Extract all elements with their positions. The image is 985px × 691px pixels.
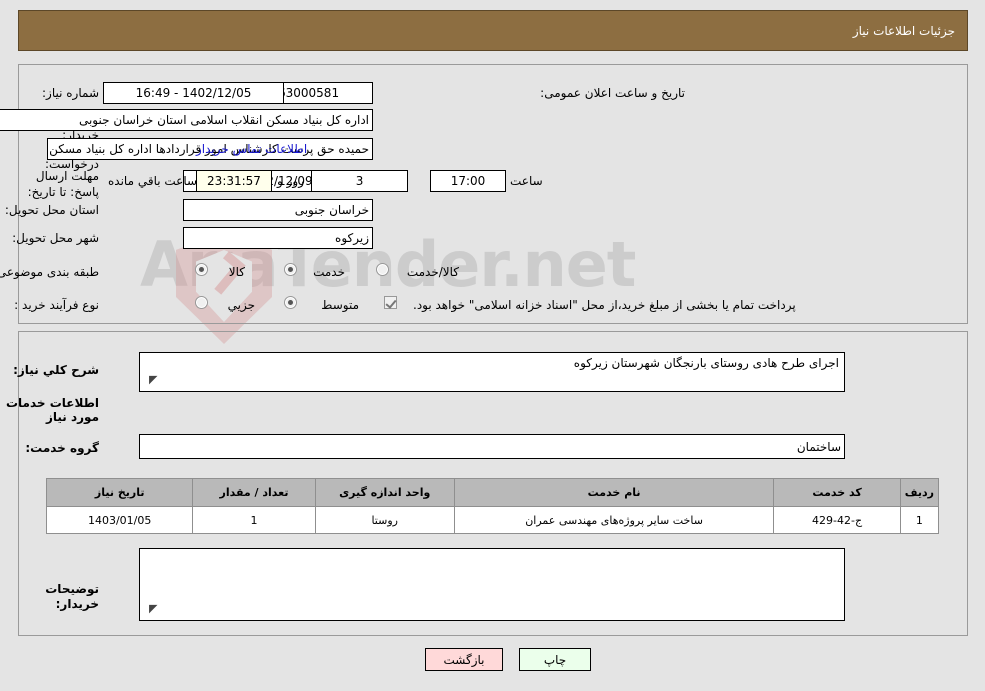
col-row-no: ردیف	[899, 478, 940, 507]
deadline-time-value: 17:00	[430, 170, 506, 192]
buyer-notes-label: توضیحات خریدار:	[45, 582, 99, 611]
radio-category-kala-label: کالا	[228, 265, 245, 279]
delivery-province-value: خراسان جنوبی	[183, 199, 373, 221]
general-description-label: شرح کلي نیاز:	[13, 363, 99, 377]
table-row: 1 ج-42-429 ساخت سایر پروژه‌های مهندسی عم…	[45, 506, 940, 534]
cell-row-no: 1	[899, 506, 940, 534]
announce-datetime-value: 1402/12/05 - 16:49	[103, 82, 284, 104]
deadline-days-label: روز و	[277, 174, 304, 188]
page-title: جزئیات اطلاعات نیاز	[852, 23, 955, 38]
radio-category-khedmat-label: خدمت	[313, 265, 345, 279]
col-unit: واحد اندازه گیری	[314, 478, 455, 507]
announce-datetime-label: تاریخ و ساعت اعلان عمومی:	[540, 86, 685, 100]
page-header-bar: جزئیات اطلاعات نیاز	[18, 10, 968, 51]
general-description-value[interactable]: اجرای طرح هادی روستای بارنجگان شهرستان ز…	[139, 352, 845, 392]
col-need-date: تاریخ نیاز	[45, 478, 194, 507]
buyer-org-value: اداره کل بنیاد مسکن انقلاب اسلامی استان …	[0, 109, 373, 131]
radio-process-motavaset-label: متوسط	[321, 298, 359, 312]
treasury-docs-note: پرداخت تمام یا بخشی از مبلغ خرید،از محل …	[413, 298, 796, 312]
countdown-timer-value: 23:31:57	[196, 170, 272, 192]
purchase-process-label: نوع فرآیند خرید :	[14, 298, 99, 312]
cell-service-code: ج-42-429	[773, 506, 901, 534]
deadline-label: مهلت ارسال پاسخ: تا تاریخ:	[27, 169, 99, 199]
radio-process-motavaset[interactable]	[284, 296, 297, 309]
deadline-days-value: 3	[311, 170, 408, 192]
delivery-city-label: شهر محل تحویل:	[12, 231, 99, 245]
cell-quantity: 1	[192, 506, 316, 534]
radio-category-kala-khedmat-label: کالا/خدمت	[406, 265, 459, 279]
radio-category-khedmat[interactable]	[284, 263, 297, 276]
radio-category-kala-khedmat[interactable]	[376, 263, 389, 276]
cell-need-date: 1403/01/05	[45, 506, 194, 534]
buyer-contact-link[interactable]: اطلاعات تماس خریدار	[196, 142, 307, 156]
radio-category-kala[interactable]	[195, 263, 208, 276]
col-quantity: تعداد / مقدار	[192, 478, 316, 507]
cell-service-name: ساخت سایر پروژه‌های مهندسی عمران	[453, 506, 775, 534]
need-number-label: شماره نیاز:	[42, 86, 99, 100]
print-button[interactable]: چاپ	[519, 648, 591, 671]
category-label: طبقه بندی موضوعی:	[0, 265, 99, 279]
service-group-label: گروه خدمت:	[25, 441, 99, 455]
services-section-title: اطلاعات خدمات مورد نیاز	[5, 396, 99, 424]
treasury-docs-checkbox[interactable]	[384, 296, 397, 309]
delivery-city-value: زیرکوه	[183, 227, 373, 249]
col-service-name: نام خدمت	[453, 478, 775, 507]
cell-unit: روستا	[314, 506, 455, 534]
col-service-code: کد خدمت	[773, 478, 901, 507]
table-header-row: ردیف کد خدمت نام خدمت واحد اندازه گیری ت…	[45, 478, 940, 507]
countdown-label: ساعت باقي مانده	[108, 174, 198, 188]
service-group-value: ساختمان	[139, 434, 845, 459]
delivery-province-label: استان محل تحویل:	[4, 203, 99, 217]
radio-process-jozee-label: جزیي	[227, 298, 255, 312]
services-table: ردیف کد خدمت نام خدمت واحد اندازه گیری ت…	[45, 478, 940, 534]
radio-process-jozee[interactable]	[195, 296, 208, 309]
back-button[interactable]: بازگشت	[425, 648, 503, 671]
buyer-notes-value[interactable]	[139, 548, 845, 621]
deadline-time-label: ساعت	[510, 174, 543, 188]
